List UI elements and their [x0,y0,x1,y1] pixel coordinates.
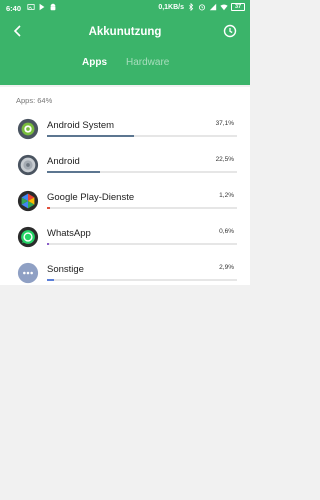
usage-bar-fill [47,135,134,137]
play-notification-icon [39,3,45,11]
wifi-icon [220,4,228,11]
usage-bar-fill [47,171,100,173]
app-percent: 1,2% [219,192,234,199]
gallery-notification-icon [27,4,35,10]
app-name: Sonstige [47,264,84,275]
list-item-whatsapp[interactable]: WhatsApp 0,6% [0,222,250,258]
bluetooth-icon [189,3,194,11]
app-name: WhatsApp [47,228,91,239]
usage-bar-fill [47,243,49,245]
whatsapp-icon [17,226,39,248]
history-clock-icon[interactable] [222,23,238,39]
app-percent: 2,9% [219,264,234,271]
usage-bar-track [47,243,237,245]
list-item-android-system[interactable]: Android System 37,1% [0,114,250,150]
apps-summary: Apps: 64% [16,96,53,105]
app-percent: 0,6% [219,228,234,235]
usage-bar-track [47,279,237,281]
app-name: Android [47,156,80,167]
apps-usage-panel: Apps: 64% Android System 37,1% Android 2… [0,87,250,285]
app-header: 6:40 0,1KB/s 37 Akkunutzung Apps Hardwar… [0,0,250,85]
battery-indicator: 37 [231,3,245,11]
title-bar: Akkunutzung [0,17,250,45]
usage-bar-track [47,135,237,137]
app-name: Google Play-Dienste [47,192,135,203]
app-percent: 37,1% [215,120,234,127]
others-dots-icon [17,262,39,284]
android-icon [17,154,39,176]
status-bar: 6:40 0,1KB/s 37 [0,0,250,17]
tab-bar: Apps Hardware [0,52,250,76]
list-item-android[interactable]: Android 22,5% [0,150,250,186]
signal-icon [209,3,217,11]
list-item-google-play-services[interactable]: Google Play-Dienste 1,2% [0,186,250,222]
app-name: Android System [47,120,115,131]
alarm-icon [198,4,206,11]
android-notification-icon [50,3,56,11]
usage-bar-track [47,207,237,209]
network-speed: 0,1KB/s [158,3,184,11]
android-system-gear-icon [17,118,39,140]
list-item-others[interactable]: Sonstige 2,9% [0,258,250,294]
usage-bar-track [47,171,237,173]
usage-bar-fill [47,207,50,209]
page-title: Akkunutzung [88,26,162,38]
app-percent: 22,5% [215,156,234,163]
tab-apps[interactable]: Apps [82,57,107,68]
usage-bar-fill [47,279,54,281]
tab-hardware[interactable]: Hardware [126,57,169,68]
status-time: 6:40 [6,4,22,13]
google-play-services-icon [17,190,39,212]
